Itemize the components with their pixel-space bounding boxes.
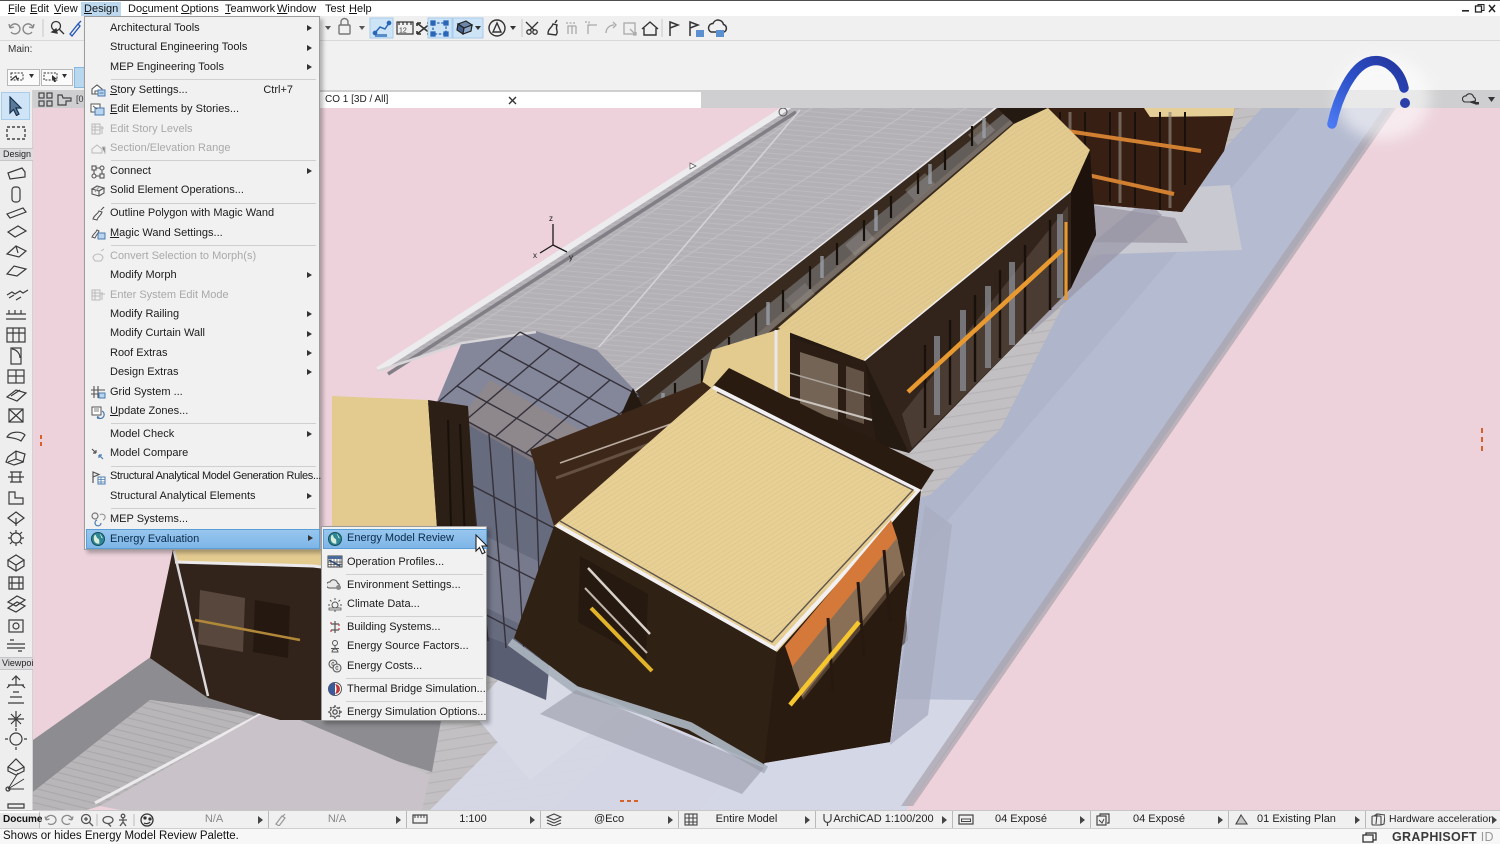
svg-text:¢: ¢ xyxy=(335,666,339,673)
svg-text:12: 12 xyxy=(399,28,407,35)
